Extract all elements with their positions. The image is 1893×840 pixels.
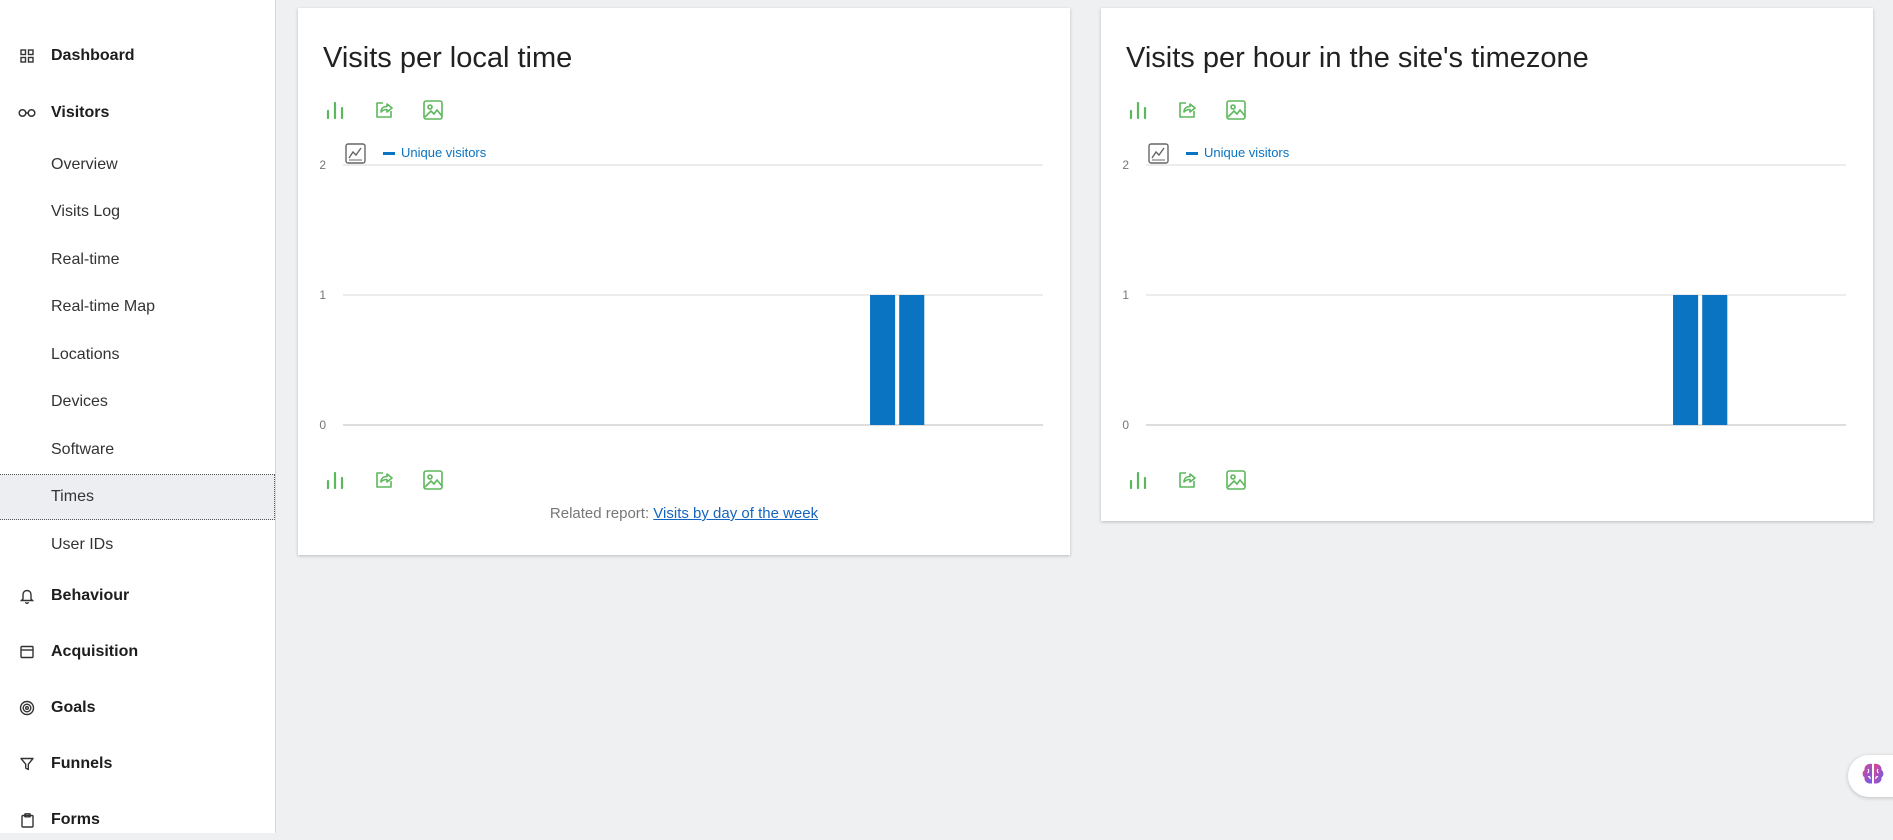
- visitors-icon: [17, 103, 37, 123]
- funnel-icon: [17, 754, 37, 774]
- legend-label: Unique visitors: [401, 145, 487, 160]
- bar: [1673, 295, 1699, 425]
- related-report: Related report: Visits by day of the wee…: [298, 505, 1070, 522]
- related-report-link[interactable]: Visits by day of the week: [653, 505, 818, 522]
- report-card-site-timezone: Visits per hour in the site's timezone 0…: [1101, 8, 1873, 521]
- legend-swatch: [1186, 152, 1198, 155]
- sidebar-item-label: Visits Log: [51, 203, 121, 220]
- y-tick-label: 2: [1122, 158, 1129, 172]
- y-tick-label: 1: [1122, 288, 1129, 302]
- sidebar-item-label: Locations: [51, 346, 120, 363]
- sidebar-item-label: Software: [51, 441, 115, 458]
- nav-visitors-label: Visitors: [51, 104, 110, 121]
- chart-type-icon[interactable]: [345, 143, 366, 164]
- bar-chart: 012Unique visitors0(02040(0{1(12141(182(…: [1122, 143, 1846, 430]
- bar-chart-icon[interactable]: [321, 466, 348, 493]
- sidebar-item-user-ids[interactable]: User IDs: [0, 523, 274, 567]
- nav-forms-label: Forms: [51, 811, 100, 828]
- bottom-toolbar: [321, 466, 446, 493]
- image-icon[interactable]: [419, 466, 446, 493]
- clipboard-icon: [17, 810, 37, 830]
- bar-chart-icon[interactable]: [1124, 96, 1151, 123]
- y-tick-label: 2: [319, 158, 326, 172]
- nav-acquisition-label: Acquisition: [51, 643, 139, 660]
- sidebar-item-label: Devices: [51, 393, 108, 410]
- nav-behaviour-label: Behaviour: [51, 587, 130, 604]
- export-icon[interactable]: [1173, 466, 1200, 493]
- image-icon[interactable]: [1222, 466, 1249, 493]
- nav-goals[interactable]: Goals: [0, 688, 275, 728]
- card-title: Visits per local time: [323, 42, 573, 74]
- nav-visitors[interactable]: Visitors: [0, 93, 275, 133]
- sidebar-item-label: User IDs: [51, 536, 114, 553]
- sidebar-item-software[interactable]: Software: [0, 428, 274, 472]
- chart-type-icon[interactable]: [1148, 143, 1169, 164]
- bar: [870, 295, 896, 425]
- export-icon[interactable]: [370, 96, 397, 123]
- export-icon[interactable]: [1173, 96, 1200, 123]
- sidebar-item-real-time-map[interactable]: Real-time Map: [0, 285, 274, 329]
- top-toolbar: [321, 96, 446, 123]
- nav-acquisition[interactable]: Acquisition: [0, 632, 275, 672]
- image-icon[interactable]: [419, 96, 446, 123]
- nav-dashboard-label: Dashboard: [51, 47, 135, 64]
- y-tick-label: 0: [319, 418, 326, 430]
- bar-chart: 012Unique visitors0(0200.081(12116182(22: [319, 143, 1043, 430]
- bar-chart-icon[interactable]: [321, 96, 348, 123]
- legend-swatch: [383, 152, 395, 155]
- brain-icon: [1860, 761, 1886, 792]
- sidebar-item-locations[interactable]: Locations: [0, 333, 274, 377]
- sidebar-item-label: Real-time: [51, 251, 120, 268]
- card-title: Visits per hour in the site's timezone: [1126, 42, 1589, 74]
- legend-label: Unique visitors: [1204, 145, 1290, 160]
- nav-dashboard[interactable]: Dashboard: [0, 36, 275, 76]
- nav-funnels[interactable]: Funnels: [0, 744, 275, 784]
- sidebar: Dashboard Visitors Overview Visits Log R…: [0, 0, 276, 833]
- sidebar-item-visits-log[interactable]: Visits Log: [0, 190, 274, 234]
- ai-assistant-button[interactable]: [1848, 755, 1893, 797]
- nav-forms[interactable]: Forms: [0, 800, 275, 840]
- report-card-local-time: Visits per local time 0 1 2 Unique visitors…: [298, 8, 1070, 555]
- bell-icon: [17, 586, 37, 606]
- acquisition-icon: [17, 642, 37, 662]
- sidebar-item-label: Overview: [51, 156, 118, 173]
- target-icon: [17, 698, 37, 718]
- top-toolbar: [1124, 96, 1249, 123]
- bottom-toolbar: [1124, 466, 1249, 493]
- sidebar-item-overview[interactable]: Overview: [0, 143, 274, 187]
- nav-goals-label: Goals: [51, 699, 96, 716]
- sidebar-item-label: Real-time Map: [51, 298, 156, 315]
- bar: [899, 295, 925, 425]
- sidebar-item-devices[interactable]: Devices: [0, 380, 274, 424]
- nav-behaviour[interactable]: Behaviour: [0, 576, 275, 616]
- export-icon[interactable]: [370, 466, 397, 493]
- sidebar-item-label: Times: [51, 488, 94, 505]
- sidebar-item-real-time[interactable]: Real-time: [0, 238, 274, 282]
- nav-funnels-label: Funnels: [51, 755, 113, 772]
- y-tick-label: 0: [1122, 418, 1129, 430]
- y-tick-label: 1: [319, 288, 326, 302]
- dashboard-icon: [17, 46, 37, 66]
- related-report-prefix: Related report:: [549, 505, 650, 522]
- image-icon[interactable]: [1222, 96, 1249, 123]
- bar-chart-icon[interactable]: [1124, 466, 1151, 493]
- sidebar-item-times[interactable]: Times: [0, 474, 275, 520]
- bar: [1702, 295, 1728, 425]
